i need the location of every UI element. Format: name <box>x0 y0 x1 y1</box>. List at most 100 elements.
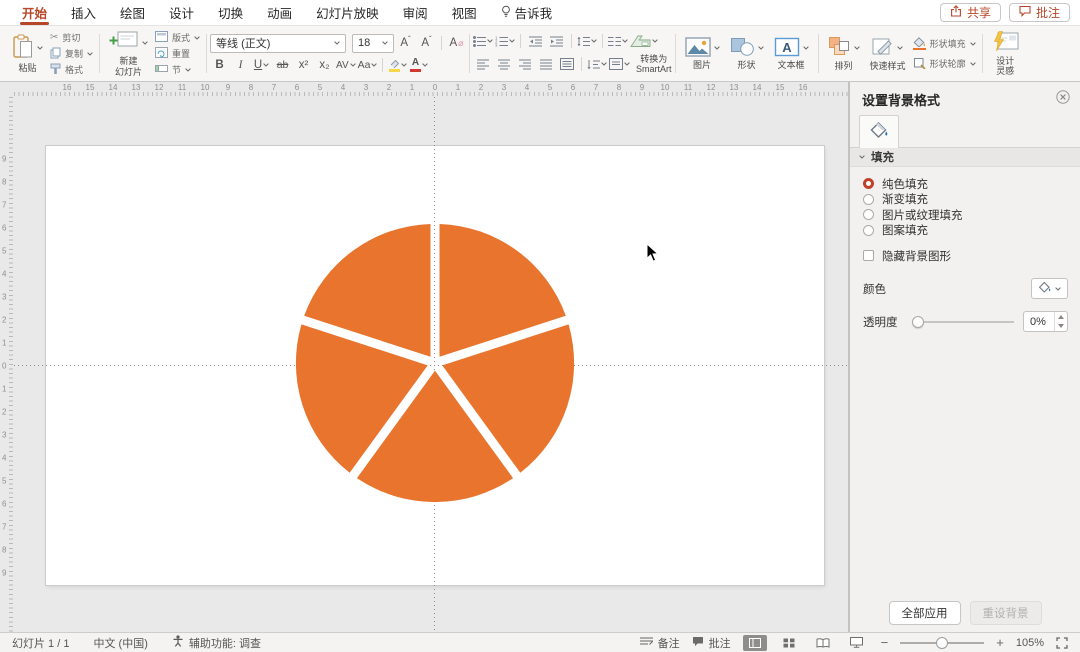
align-right-button[interactable] <box>515 56 534 73</box>
slide-canvas[interactable]: 16 15 14 13 12 11 10 9 8 7 6 5 4 3 2 1 0 1 2 3 4 5 6 7 8 9 10 11 12 1… <box>0 82 849 632</box>
layout-button[interactable]: 版式 <box>155 30 200 45</box>
align-left-button[interactable] <box>473 56 492 73</box>
zoom-out-button[interactable]: − <box>881 635 889 650</box>
option-pattern-fill[interactable]: 图案填充 <box>863 223 1068 239</box>
option-gradient-fill[interactable]: 渐变填充 <box>863 192 1068 208</box>
slide-sorter-view-button[interactable] <box>777 635 801 651</box>
comments-toggle[interactable]: 批注 <box>692 635 731 651</box>
underline-button[interactable]: U <box>252 57 271 74</box>
ribbon-group-slides: 新建 幻灯片 版式 重置 节 <box>103 29 203 78</box>
new-slide-button[interactable]: 新建 幻灯片 <box>106 29 151 78</box>
section-icon <box>155 63 169 76</box>
option-picture-texture-fill[interactable]: 图片或纹理填充 <box>863 207 1068 223</box>
distribute-text-button[interactable] <box>557 56 576 73</box>
svg-text:3: 3 <box>495 43 498 47</box>
normal-view-button[interactable] <box>742 634 767 651</box>
radio <box>863 224 874 236</box>
character-spacing-button[interactable]: AV <box>336 57 356 74</box>
text-direction-button[interactable] <box>587 56 607 73</box>
align-text-button[interactable] <box>609 56 630 73</box>
slider-knob[interactable] <box>911 315 924 328</box>
transparency-slider[interactable] <box>911 315 1014 328</box>
picture-button[interactable]: 图片 <box>682 36 723 72</box>
font-color-button[interactable]: A <box>409 57 428 74</box>
highlight-color-button[interactable] <box>388 57 408 74</box>
strikethrough-button[interactable]: ab <box>273 57 292 74</box>
grow-font-button[interactable]: Aˆ <box>396 35 415 52</box>
menu-bar: 开始 插入 绘图 设计 切换 动画 幻灯片放映 审阅 视图 告诉我 共享 批注 <box>0 0 1080 26</box>
bold-button[interactable]: B <box>210 57 229 74</box>
spin-down-button[interactable] <box>1055 322 1067 332</box>
convert-smartart-button[interactable]: 转换为 SmartArt <box>636 54 672 75</box>
shrink-font-button[interactable]: Aˇ <box>417 35 436 52</box>
comment-filled-icon <box>692 636 704 650</box>
menu-tab-insert[interactable]: 插入 <box>59 0 108 25</box>
close-icon[interactable] <box>1056 90 1070 107</box>
zoom-in-button[interactable]: + <box>996 635 1004 650</box>
fit-slide-button[interactable] <box>1056 636 1068 649</box>
pie-chart[interactable] <box>285 213 585 513</box>
smartart-arrow-icon[interactable] <box>630 33 658 50</box>
reading-view-button[interactable] <box>811 635 835 651</box>
share-button[interactable]: 共享 <box>939 3 1001 22</box>
option-solid-fill[interactable]: 纯色填充 <box>863 176 1068 192</box>
spin-up-button[interactable] <box>1055 312 1067 322</box>
menu-tab-view[interactable]: 视图 <box>440 0 489 25</box>
italic-button[interactable]: I <box>231 57 250 74</box>
reset-background-button[interactable]: 重设背景 <box>969 601 1042 625</box>
subscript-button[interactable]: x₂ <box>315 57 334 74</box>
zoom-level[interactable]: 105% <box>1016 637 1044 649</box>
menu-tab-review[interactable]: 审阅 <box>391 0 440 25</box>
zoom-slider[interactable] <box>900 636 985 649</box>
reset-button[interactable]: 重置 <box>155 46 200 61</box>
cut-button[interactable]: ✂ 剪切 <box>50 30 93 45</box>
copy-button[interactable]: 复制 <box>50 46 93 61</box>
menu-tab-draw[interactable]: 绘图 <box>108 0 157 25</box>
design-ideas-button[interactable]: 设计 灵感 <box>989 29 1022 77</box>
color-picker-button[interactable] <box>1031 278 1068 299</box>
menu-tab-animations[interactable]: 动画 <box>255 0 304 25</box>
textbox-button[interactable]: A 文本框 <box>771 36 812 72</box>
paint-bucket-icon <box>869 121 890 143</box>
section-button[interactable]: 节 <box>155 62 200 77</box>
quick-styles-button[interactable]: 快速样式 <box>867 35 909 72</box>
menu-tab-design[interactable]: 设计 <box>157 0 206 25</box>
decrease-indent-button[interactable] <box>526 33 545 50</box>
align-center-button[interactable] <box>494 56 513 73</box>
shape-fill-button[interactable]: 形状填充 <box>912 36 976 51</box>
language-indicator[interactable]: 中文 (中国) <box>93 635 147 651</box>
fill-tab[interactable] <box>859 115 899 148</box>
change-case-button[interactable]: Aa <box>358 57 378 74</box>
line-spacing-button[interactable] <box>577 33 597 50</box>
notes-toggle[interactable]: 备注 <box>639 635 680 651</box>
slideshow-view-button[interactable] <box>845 635 869 651</box>
shapes-button[interactable]: 形状 <box>727 36 767 72</box>
radio <box>863 209 874 221</box>
color-label: 颜色 <box>863 283 886 296</box>
font-size-combo[interactable]: 18 <box>352 33 395 53</box>
columns-button[interactable] <box>608 33 628 50</box>
fill-section-header[interactable]: 填充 <box>850 148 1080 167</box>
numbering-button[interactable]: 123 <box>495 33 515 50</box>
accessibility-status[interactable]: 辅助功能: 调查 <box>172 635 261 651</box>
zoom-slider-knob[interactable] <box>936 636 949 649</box>
increase-indent-button[interactable] <box>547 33 566 50</box>
apply-to-all-button[interactable]: 全部应用 <box>888 601 961 625</box>
font-name-combo[interactable]: 等线 (正文) <box>210 33 347 53</box>
bullets-button[interactable] <box>473 33 493 50</box>
comments-button[interactable]: 批注 <box>1008 3 1070 22</box>
superscript-button[interactable]: x² <box>294 57 313 74</box>
font-color-swatch <box>409 69 421 72</box>
transparency-spinner[interactable]: 0% <box>1023 311 1068 332</box>
format-painter-button[interactable]: 格式 <box>50 62 93 77</box>
justify-button[interactable] <box>536 56 555 73</box>
arrange-button[interactable]: 排列 <box>825 35 863 72</box>
paste-button[interactable]: 粘贴 <box>9 33 46 74</box>
hide-background-checkbox[interactable]: 隐藏背景图形 <box>863 248 1068 263</box>
menu-tab-transitions[interactable]: 切换 <box>206 0 255 25</box>
menu-tab-tellme[interactable]: 告诉我 <box>489 0 565 25</box>
shape-outline-button[interactable]: 形状轮廓 <box>913 56 976 71</box>
menu-tab-home[interactable]: 开始 <box>10 0 59 25</box>
clear-formatting-button[interactable]: A ⌀ <box>447 35 466 52</box>
menu-tab-slideshow[interactable]: 幻灯片放映 <box>304 0 391 25</box>
